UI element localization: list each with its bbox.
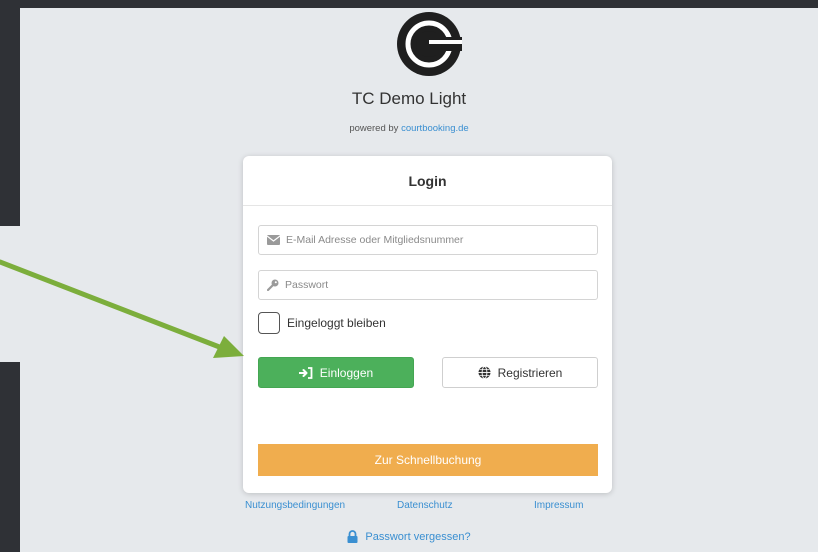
powered-by-prefix: powered by: [349, 123, 399, 134]
terms-link[interactable]: Nutzungsbedingungen: [245, 500, 345, 511]
password-placeholder: Passwort: [285, 279, 329, 291]
remember-label: Eingeloggt bleiben: [287, 316, 386, 330]
key-icon: [267, 279, 279, 291]
login-button[interactable]: Einloggen: [258, 357, 414, 388]
quick-booking-button[interactable]: Zur Schnellbuchung: [258, 444, 598, 476]
remember-me[interactable]: Eingeloggt bleiben: [258, 312, 386, 334]
envelope-icon: [267, 235, 280, 245]
register-button-label: Registrieren: [497, 365, 563, 380]
app-title: TC Demo Light: [351, 89, 467, 108]
left-panel-fragment: [0, 226, 20, 362]
forgot-password[interactable]: Passwort vergessen?: [0, 530, 818, 543]
imprint-link[interactable]: Impressum: [534, 500, 583, 511]
privacy-link[interactable]: Datenschutz: [397, 500, 453, 511]
courtbooking-logo: [397, 12, 462, 76]
register-button[interactable]: Registrieren: [442, 357, 598, 388]
courtbooking-link[interactable]: courtbooking.de: [401, 123, 469, 134]
sign-in-icon: [298, 366, 313, 379]
password-field[interactable]: Passwort: [258, 270, 598, 300]
login-card: Login E-Mail Adresse oder Mitgliedsnumme…: [243, 156, 612, 493]
remember-checkbox[interactable]: [258, 312, 280, 334]
forgot-password-label: Passwort vergessen?: [365, 530, 471, 543]
powered-by: powered by courtbooking.de: [0, 123, 818, 134]
globe-icon: [478, 366, 491, 379]
email-field[interactable]: E-Mail Adresse oder Mitgliedsnummer: [258, 225, 598, 255]
email-placeholder: E-Mail Adresse oder Mitgliedsnummer: [286, 234, 464, 246]
login-header: Login: [243, 156, 612, 206]
lock-icon: [347, 530, 358, 543]
login-button-label: Einloggen: [319, 365, 374, 380]
